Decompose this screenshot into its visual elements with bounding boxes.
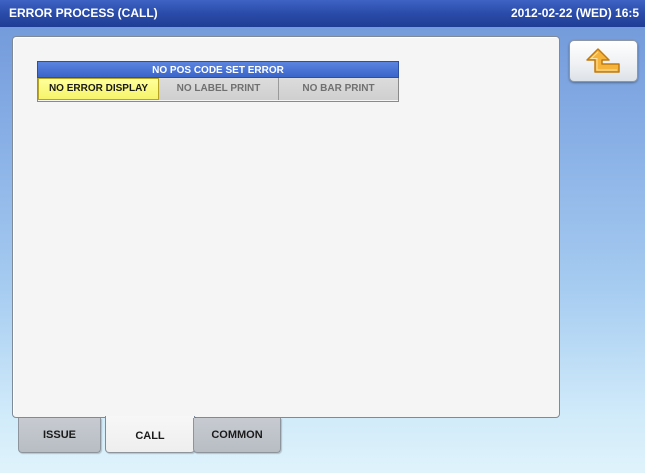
tab-issue[interactable]: ISSUE bbox=[18, 418, 101, 453]
screen-title: ERROR PROCESS (CALL) bbox=[9, 6, 158, 20]
tab-call[interactable]: CALL bbox=[105, 416, 195, 453]
option-no-error-display[interactable]: NO ERROR DISPLAY bbox=[38, 78, 159, 100]
option-no-label-print[interactable]: NO LABEL PRINT bbox=[159, 78, 279, 100]
no-pos-code-set-error-section: NO POS CODE SET ERROR NO ERROR DISPLAY N… bbox=[37, 61, 399, 102]
section-title: NO POS CODE SET ERROR bbox=[37, 61, 399, 78]
title-bar: ERROR PROCESS (CALL) 2012-02-22 (WED) 16… bbox=[0, 0, 645, 27]
return-arrow-icon bbox=[586, 48, 620, 73]
date-time-display: 2012-02-22 (WED) 16:5 bbox=[511, 6, 640, 20]
option-group: NO ERROR DISPLAY NO LABEL PRINT NO BAR P… bbox=[37, 78, 399, 102]
screen: ERROR PROCESS (CALL) 2012-02-22 (WED) 16… bbox=[0, 0, 645, 473]
tab-common[interactable]: COMMON bbox=[193, 418, 281, 453]
back-button[interactable] bbox=[569, 40, 638, 82]
option-no-bar-print[interactable]: NO BAR PRINT bbox=[279, 78, 398, 100]
